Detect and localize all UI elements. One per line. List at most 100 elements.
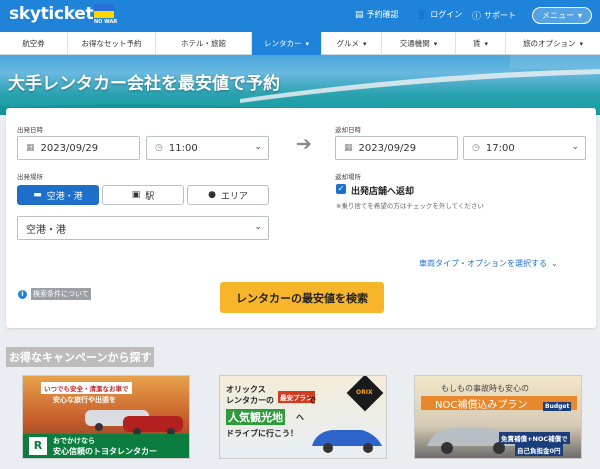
return-date-value: 2023/09/29 <box>358 142 417 154</box>
nav-item-label: レンタカー <box>263 39 302 48</box>
chevron-down-icon: ⌄ <box>571 142 579 152</box>
tab-label: 駅 <box>145 191 155 202</box>
vehicle-options-link[interactable]: 車両タイプ・オプションを選択する ⌄ <box>419 258 558 269</box>
tab-airport-port[interactable]: ▬ 空港・港 <box>17 185 99 205</box>
user-icon: 👤 <box>416 9 428 20</box>
nav-item-label: 旅のオプション <box>522 39 576 48</box>
chevron-down-icon: ⌄ <box>254 222 262 232</box>
chevron-down-icon: ▾ <box>484 39 488 48</box>
header: skyticket NO WAR ▤ 予約確認 👤 ログイン ⓘ サポート メニ… <box>0 0 600 32</box>
campaign-banner-toyota[interactable]: いつでも安全・清潔なお車で 安心な旅行や出張を R おでかけなら 安心信頼のトヨ… <box>22 375 190 459</box>
chevron-down-icon: ▾ <box>362 39 367 48</box>
rentacar-logo-icon: R <box>29 437 47 455</box>
banner-text: レンタカーの <box>226 396 274 405</box>
banner-text: いつでも安全・清潔なお車で <box>41 382 132 394</box>
nav-item-label: 交通機関 <box>399 39 430 48</box>
place-select-value: 空港・港 <box>26 224 66 236</box>
nav-item-gourmet[interactable]: グルメ ▾ <box>322 32 382 55</box>
campaign-banner-orix[interactable]: オリックス レンタカーの 最安プラン で 人気観光地 へ ドライブに行こう！ O… <box>219 375 387 459</box>
hero-title: 大手レンタカー会社を最安値で予約 <box>8 74 280 94</box>
place-select[interactable]: 空港・港 ⌄ <box>17 216 269 240</box>
ukraine-flag-icon <box>94 4 114 18</box>
chevron-down-icon: ⌄ <box>551 259 558 268</box>
banner-text: 自己負担金0円 <box>515 444 563 456</box>
chevron-down-icon: ▾ <box>305 39 309 48</box>
menu-label: メニュー <box>541 11 574 20</box>
chevron-down-icon: ⌄ <box>254 142 262 152</box>
logo[interactable]: skyticket <box>9 4 94 24</box>
campaign-banner-budget[interactable]: もしもの事故時も安心の NOC補償込みプラン Budget 免責補償+NOC補償… <box>414 375 582 459</box>
depart-place-label: 出発場所 <box>17 173 43 181</box>
car-image <box>312 430 382 453</box>
nav-item-set-booking[interactable]: お得なセット予約 <box>68 32 156 55</box>
nav-item-label: ホテル・旅館 <box>181 39 226 48</box>
same-return-checkbox[interactable]: ✓ <box>336 184 346 194</box>
banner-text: へ <box>296 413 304 422</box>
banner-text: NOC補償込みプラン <box>435 400 528 411</box>
nav-item-label: 航空券 <box>22 39 45 48</box>
depart-time-value: 11:00 <box>168 142 198 154</box>
search-conditions-info[interactable]: i 検索条件について <box>18 288 91 300</box>
arrow-right-icon: ➔ <box>296 133 312 155</box>
search-conditions-label: 検索条件について <box>31 288 91 300</box>
chevron-down-icon: ▾ <box>579 39 583 48</box>
orix-brand: ORIX <box>356 389 373 396</box>
depart-date-field[interactable]: ▦ 2023/09/29 <box>17 136 140 160</box>
reservation-check-label: 予約確認 <box>366 10 399 19</box>
nav-item-flights[interactable]: 航空券 <box>0 32 68 55</box>
nav-item-travel-options[interactable]: 旅のオプション ▾ <box>506 32 600 55</box>
banner-text: 安心信頼のトヨタレンタカー <box>53 447 157 456</box>
vehicle-options-label: 車両タイプ・オプションを選択する <box>419 259 547 268</box>
search-panel: 出発日時 ▦ 2023/09/29 ◷ 11:00 ⌄ ➔ 返却日時 ▦ 202… <box>6 108 596 328</box>
return-date-field[interactable]: ▦ 2023/09/29 <box>335 136 458 160</box>
depart-date-value: 2023/09/29 <box>40 142 99 154</box>
campaigns-title: お得なキャンペーンから探す <box>6 347 155 367</box>
nav-item-label: 賃 <box>472 39 481 48</box>
return-time-select[interactable]: ◷ 17:00 ⌄ <box>463 136 586 160</box>
tab-station[interactable]: ▣ 駅 <box>102 185 184 205</box>
depart-time-select[interactable]: ◷ 11:00 ⌄ <box>146 136 269 160</box>
chevron-down-icon: ▾ <box>433 39 438 48</box>
nav-item-hotels[interactable]: ホテル・旅館 <box>156 32 252 55</box>
reservation-check-link[interactable]: ▤ 予約確認 <box>355 9 399 20</box>
train-icon: ▣ <box>131 190 141 200</box>
login-label: ログイン <box>430 10 463 19</box>
budget-brand: Budget <box>543 402 572 411</box>
login-link[interactable]: 👤 ログイン <box>416 9 462 20</box>
tab-label: 空港・港 <box>46 191 83 202</box>
nav-item-label: お得なセット予約 <box>81 39 142 48</box>
banner-text: 免責補償+NOC補償で <box>499 432 570 444</box>
same-return-note: ※乗り捨てを希望の方はチェックを外してください <box>336 202 484 210</box>
banner-text: ドライブに行こう！ <box>226 429 298 438</box>
nav-item-rentacar[interactable]: レンタカー ▾ <box>252 32 322 55</box>
support-link[interactable]: ⓘ サポート <box>472 9 516 22</box>
menu-button[interactable]: メニュー ▾ <box>532 7 592 24</box>
main-nav: 航空券 お得なセット予約 ホテル・旅館 レンタカー ▾ グルメ ▾ 交通機関 ▾ 賃 ▾… <box>0 32 600 55</box>
banner-text: で <box>308 396 316 405</box>
banner-text: 人気観光地 <box>226 409 285 425</box>
banner-text: オリックス <box>226 385 266 394</box>
no-war-caption: NO WAR <box>94 19 118 25</box>
map-pin-icon: ● <box>208 190 216 200</box>
chevron-down-icon: ▾ <box>577 11 582 20</box>
car-image <box>85 410 183 436</box>
return-time-value: 17:00 <box>485 142 515 154</box>
same-return-label[interactable]: 出発店舗へ返却 <box>351 184 414 197</box>
nav-item-transport[interactable]: 交通機関 ▾ <box>382 32 456 55</box>
support-label: サポート <box>484 11 517 20</box>
depart-datetime-label: 出発日時 <box>17 126 43 134</box>
nav-item-rental[interactable]: 賃 ▾ <box>456 32 506 55</box>
tab-area[interactable]: ● エリア <box>187 185 269 205</box>
search-button[interactable]: レンタカーの最安値を検索 <box>220 282 384 313</box>
clock-icon: ◷ <box>472 143 480 153</box>
hero-banner: 大手レンタカー会社を最安値で予約 <box>0 55 600 115</box>
ticket-icon: ▬ <box>33 190 42 200</box>
help-icon: ⓘ <box>472 12 482 22</box>
nav-item-label: グルメ <box>336 39 359 48</box>
return-place-label: 返却場所 <box>335 173 361 181</box>
tab-label: エリア <box>220 191 248 202</box>
calendar-icon: ▦ <box>26 143 35 153</box>
document-icon: ▤ <box>355 9 364 20</box>
calendar-icon: ▦ <box>344 143 353 153</box>
return-datetime-label: 返却日時 <box>335 126 361 134</box>
